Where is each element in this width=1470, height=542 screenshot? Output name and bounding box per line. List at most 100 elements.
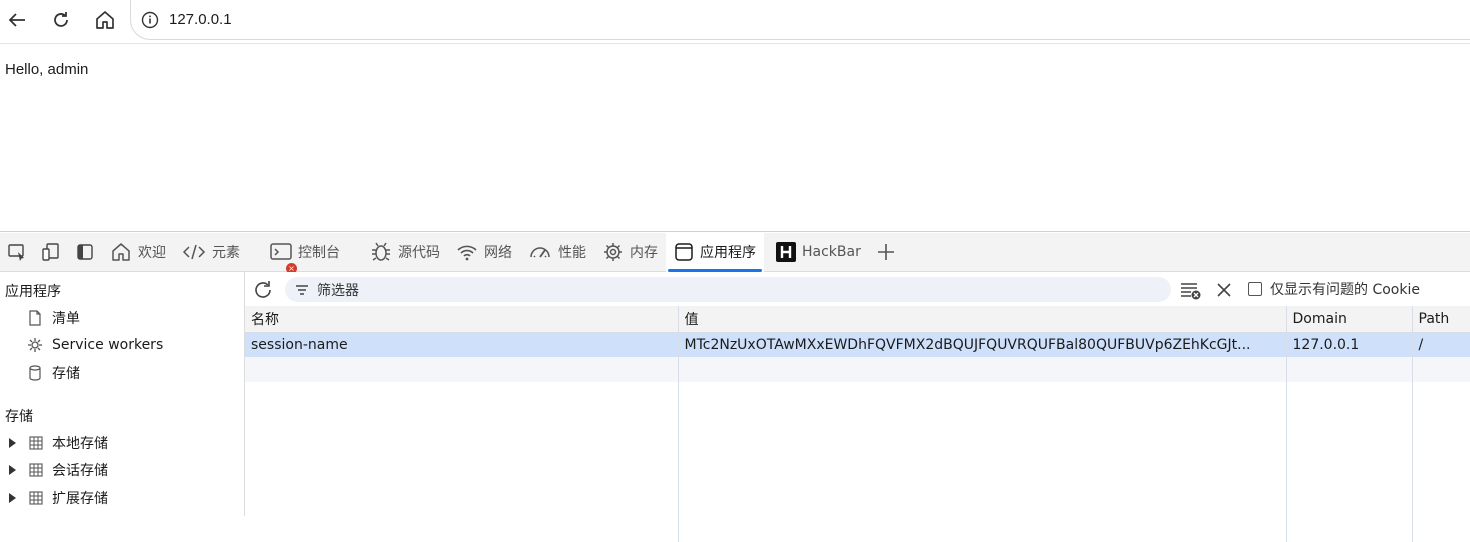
grid-table-icon bbox=[26, 463, 46, 477]
empty-row[interactable] bbox=[245, 357, 1470, 382]
column-header-path[interactable]: Path bbox=[1412, 306, 1470, 333]
inspect-icon bbox=[8, 244, 24, 261]
address-text: 127.0.0.1 bbox=[169, 11, 232, 28]
clear-filtered-cookies-button[interactable] bbox=[1179, 278, 1203, 302]
tab-label: 欢迎 bbox=[138, 245, 166, 261]
sidebar-item-label: 扩展存储 bbox=[52, 491, 108, 507]
only-issues-checkbox[interactable]: 仅显示有问题的 Cookie bbox=[1248, 279, 1420, 299]
grid-table-icon bbox=[26, 436, 46, 450]
column-header-domain[interactable]: Domain bbox=[1286, 306, 1413, 333]
tab-label: 网络 bbox=[484, 245, 512, 261]
page-greeting: Hello, admin bbox=[5, 61, 89, 78]
tab-memory[interactable]: 内存 bbox=[594, 233, 666, 272]
cookie-domain-cell[interactable]: 127.0.0.1 bbox=[1286, 332, 1413, 357]
chip-icon bbox=[602, 241, 624, 263]
sidebar-item-extension-storage[interactable]: 扩展存储 bbox=[8, 487, 108, 509]
table-row[interactable]: session-name MTc2NzUxOTAwMXxEWDhFQVFMX2d… bbox=[245, 332, 1470, 357]
browser-toolbar: 127.0.0.1 bbox=[0, 0, 1470, 44]
home-button[interactable] bbox=[90, 5, 120, 35]
back-arrow-icon bbox=[8, 13, 25, 27]
expand-triangle-icon[interactable] bbox=[8, 437, 22, 449]
tab-hackbar[interactable]: HackBar bbox=[768, 233, 869, 272]
grid-table-icon bbox=[26, 491, 46, 505]
tab-label: HackBar bbox=[802, 244, 861, 260]
application-sidebar: 应用程序 清单 Service workers 存储 存储 本地存储 会话存储 … bbox=[0, 272, 245, 516]
empty-cell bbox=[245, 357, 679, 382]
tab-network[interactable]: 网络 bbox=[448, 233, 520, 272]
plus-icon bbox=[877, 244, 894, 260]
tab-label: 应用程序 bbox=[700, 245, 756, 261]
sidebar-heading-application: 应用程序 bbox=[5, 284, 61, 300]
empty-cell bbox=[1286, 357, 1413, 382]
page-viewport: Hello, admin bbox=[0, 44, 1470, 232]
address-bar[interactable]: 127.0.0.1 bbox=[130, 0, 1470, 40]
back-button[interactable] bbox=[2, 5, 32, 35]
empty-cell bbox=[678, 357, 1287, 382]
code-icon bbox=[182, 242, 206, 262]
add-tab-button[interactable] bbox=[869, 233, 903, 272]
sidebar-item-service-workers[interactable]: Service workers bbox=[26, 334, 163, 356]
cookie-toolbar: 筛选器 仅显示有问题的 Cookie bbox=[245, 272, 1470, 306]
inspect-element-button[interactable] bbox=[0, 233, 34, 272]
expand-triangle-icon[interactable] bbox=[8, 464, 22, 476]
tab-welcome[interactable]: 欢迎 bbox=[102, 233, 174, 272]
hackbar-icon bbox=[776, 242, 796, 262]
tab-label: 内存 bbox=[630, 245, 658, 261]
site-info-icon bbox=[141, 11, 159, 28]
cookie-table: 名称 值 Domain Path session-name MTc2NzUxOT… bbox=[245, 306, 1470, 542]
tab-label: 源代码 bbox=[398, 245, 440, 261]
toggle-panel-button[interactable] bbox=[68, 233, 102, 272]
database-icon bbox=[26, 365, 44, 381]
tab-label: 控制台 bbox=[298, 245, 340, 261]
tab-elements[interactable]: 元素 bbox=[174, 233, 248, 272]
clear-list-icon bbox=[1181, 283, 1201, 300]
cookie-value-cell[interactable]: MTc2NzUxOTAwMXxEWDhFQVFMX2dBQUJFQUVRQUFB… bbox=[678, 332, 1287, 357]
tab-performance[interactable]: 性能 bbox=[520, 233, 594, 272]
sidebar-item-label: 清单 bbox=[52, 311, 80, 327]
tab-sources[interactable]: 源代码 bbox=[362, 233, 448, 272]
sidebar-item-label: 会话存储 bbox=[52, 463, 108, 479]
refresh-button[interactable] bbox=[46, 5, 76, 35]
device-emulation-button[interactable] bbox=[34, 233, 68, 272]
cookie-path-cell[interactable]: / bbox=[1412, 332, 1470, 357]
close-icon bbox=[1217, 283, 1231, 297]
column-header-name[interactable]: 名称 bbox=[245, 306, 679, 333]
empty-cell bbox=[1412, 357, 1470, 382]
filler-cell bbox=[1412, 382, 1470, 542]
home-icon bbox=[96, 11, 114, 29]
cookie-name-cell[interactable]: session-name bbox=[245, 332, 679, 357]
app-window-icon bbox=[674, 242, 694, 262]
tab-console[interactable]: × 控制台 bbox=[262, 233, 348, 274]
sidebar-item-session-storage[interactable]: 会话存储 bbox=[8, 459, 108, 481]
sidebar-item-storage[interactable]: 存储 bbox=[26, 362, 80, 384]
sidebar-item-manifest[interactable]: 清单 bbox=[26, 307, 80, 329]
cookie-pane: 筛选器 仅显示有问题的 Cookie 名称 值 Domain Path sess… bbox=[245, 272, 1470, 542]
gauge-icon bbox=[528, 242, 552, 262]
tab-application[interactable]: 应用程序 bbox=[666, 232, 764, 272]
delete-selected-button[interactable] bbox=[1212, 278, 1236, 302]
tab-label: 元素 bbox=[212, 245, 240, 261]
cookie-filter-input[interactable]: 筛选器 bbox=[285, 277, 1171, 302]
sidebar-heading-storage: 存储 bbox=[5, 409, 33, 425]
device-icon bbox=[42, 243, 59, 261]
console-icon: × bbox=[270, 242, 297, 274]
document-icon bbox=[26, 310, 44, 326]
filter-placeholder: 筛选器 bbox=[317, 282, 359, 299]
refresh-icon bbox=[54, 12, 68, 27]
gear-icon bbox=[26, 337, 44, 353]
sidebar-item-label: 本地存储 bbox=[52, 436, 108, 452]
sidebar-panel-icon bbox=[77, 244, 93, 260]
filler-cell bbox=[678, 382, 1287, 542]
filler-cell bbox=[1286, 382, 1413, 542]
column-header-value[interactable]: 值 bbox=[678, 306, 1287, 333]
bug-icon bbox=[370, 241, 392, 263]
refresh-cookies-button[interactable] bbox=[251, 278, 275, 302]
checkbox-box[interactable] bbox=[1248, 282, 1262, 296]
tab-label: 性能 bbox=[558, 245, 586, 261]
sidebar-item-local-storage[interactable]: 本地存储 bbox=[8, 432, 108, 454]
filler-row bbox=[245, 382, 1470, 542]
wifi-icon bbox=[456, 242, 478, 262]
only-issues-label: 仅显示有问题的 Cookie bbox=[1270, 282, 1420, 298]
expand-triangle-icon[interactable] bbox=[8, 492, 22, 504]
sidebar-item-label: Service workers bbox=[52, 337, 164, 353]
